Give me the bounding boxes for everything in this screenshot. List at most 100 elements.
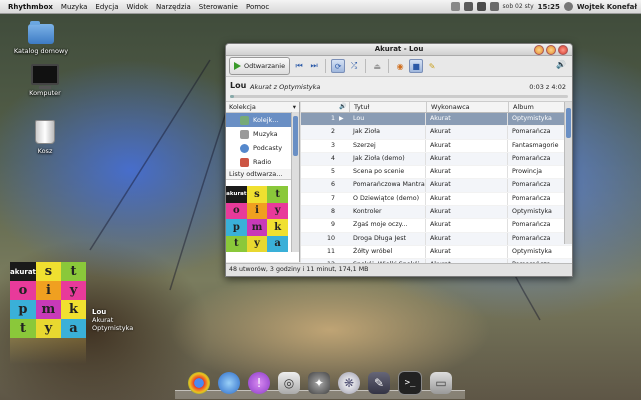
art-cell: o	[10, 281, 36, 300]
table-row[interactable]: 8 Kontroler Akurat Optymistyka	[301, 206, 572, 220]
editor-icon[interactable]: ✎	[368, 372, 390, 394]
track-title: O Dziewiątce (demo)	[353, 194, 420, 202]
menu-narzedzia[interactable]: Narzędzia	[152, 3, 195, 11]
track-number: 7	[330, 194, 335, 202]
current-track-title: Lou	[230, 81, 247, 90]
window-title: Akurat - Lou	[374, 45, 424, 53]
sidebar-scroll-thumb[interactable]	[293, 116, 298, 156]
album-art-widget[interactable]: akurat s t o i y p m k t y a	[10, 262, 86, 338]
maximize-button[interactable]	[546, 45, 556, 55]
gimp-icon[interactable]: ✦	[308, 372, 330, 394]
sidebar-item-podcasts[interactable]: Podcasty	[226, 141, 299, 155]
track-artist: Akurat	[425, 152, 507, 166]
current-track-byline: Akurat z Optymistyka	[250, 83, 321, 91]
visualization-icon[interactable]: ■	[409, 59, 424, 73]
menu-edycja[interactable]: Edycja	[91, 3, 122, 11]
menu-sterowanie[interactable]: Sterowanie	[195, 3, 242, 11]
desktop-icon-trash[interactable]: Kosz	[10, 120, 80, 155]
previous-icon[interactable]: ⏮	[293, 60, 305, 72]
widget-track-artist: Akurat	[92, 316, 114, 324]
play-button[interactable]: Odtwarzanie	[229, 57, 291, 75]
browse-icon[interactable]: ◉	[394, 60, 406, 72]
track-artist: Akurat	[425, 166, 507, 179]
user-menu[interactable]: Wojtek Konefał	[577, 3, 637, 11]
playlists-header-label: Listy odtwarza...	[229, 170, 283, 178]
sidebar-item-queue[interactable]: Kolejk...	[226, 113, 299, 127]
art-cell: a	[267, 235, 288, 252]
table-row[interactable]: 2 Jak Zioła Akurat Pomarańcza	[301, 126, 572, 140]
terminal-icon[interactable]: >_	[398, 371, 422, 395]
art-cell: p	[10, 300, 36, 319]
collapse-arrow-icon: ▾	[292, 103, 296, 111]
column-number[interactable]	[301, 102, 339, 112]
playlists-header[interactable]: Listy odtwarza... ▾	[226, 169, 299, 180]
seek-bar[interactable]	[230, 95, 568, 98]
table-row-playing[interactable]: 1 ▶ Lou Akurat Optymistyka	[301, 113, 572, 127]
track-artist: Akurat	[425, 219, 507, 232]
source-sidebar: Kolekcja ▾ Kolejk... Muzyka Podcasty Rad…	[226, 102, 300, 262]
column-artist[interactable]: Wykonawca	[426, 102, 508, 112]
widget-track-title: Lou	[92, 308, 107, 316]
next-icon[interactable]: ⏭	[308, 60, 320, 72]
table-row[interactable]: 6 Pomarańczowa Mantra Akurat Pomarańcza	[301, 179, 572, 193]
import-icon[interactable]: ✎	[426, 60, 438, 72]
track-number: 5	[330, 168, 335, 176]
menu-muzyka[interactable]: Muzyka	[57, 3, 92, 11]
sidebar-item-label: Podcasty	[253, 144, 283, 152]
desktop-icon-computer[interactable]: Komputer	[10, 64, 80, 97]
volume-icon[interactable]	[476, 2, 486, 11]
table-row[interactable]: 7 O Dziewiątce (demo) Akurat Pomarańcza	[301, 192, 572, 207]
settings-icon[interactable]: ❋	[338, 372, 360, 394]
art-cell: p	[226, 219, 247, 236]
sidebar-item-radio[interactable]: Radio	[226, 155, 299, 169]
sidebar-item-music[interactable]: Muzyka	[226, 127, 299, 141]
shuffle-icon[interactable]: ⤮	[348, 60, 360, 72]
table-row[interactable]: 10 Droga Długa Jest Akurat Pomarańcza	[301, 232, 572, 246]
widget-track-album: Optymistyka	[92, 324, 134, 332]
track-artist: Akurat	[425, 206, 507, 219]
track-album: Optymistyka	[507, 113, 572, 126]
toolbar-separator	[388, 59, 390, 73]
sidebar-scrollbar[interactable]	[291, 112, 299, 252]
tracklist-scroll-thumb[interactable]	[566, 108, 571, 138]
podcast-icon	[240, 143, 249, 153]
volume-icon[interactable]: 🔊	[556, 60, 566, 69]
media-player-icon[interactable]: ◎	[278, 372, 300, 394]
column-playing-icon[interactable]: 🔊	[339, 102, 349, 112]
close-button[interactable]	[558, 45, 568, 55]
track-album: Pomarańcza	[507, 192, 572, 206]
mail-indicator-icon[interactable]	[450, 2, 460, 11]
table-row[interactable]: 5 Scena po scenie Akurat Prowincja	[301, 166, 572, 180]
disk-icon[interactable]: ▭	[430, 372, 452, 394]
network-icon[interactable]	[463, 2, 473, 11]
eject-icon[interactable]: ⏏	[371, 60, 383, 72]
table-row[interactable]: 11 Żółty wróbel Akurat Optymistyka	[301, 245, 572, 260]
column-album[interactable]: Album	[508, 102, 572, 112]
track-artist: Akurat	[425, 179, 507, 192]
table-row[interactable]: 3 Szerzej Akurat Fantasmagorie	[301, 139, 572, 153]
chrome-icon[interactable]	[188, 372, 210, 394]
menu-pomoc[interactable]: Pomoc	[242, 3, 273, 11]
track-artist: Akurat	[425, 232, 507, 245]
clock-time[interactable]: 15:25	[538, 3, 560, 11]
minimize-button[interactable]	[534, 45, 544, 55]
art-cell: t	[267, 186, 288, 203]
empathy-icon[interactable]: !	[248, 372, 270, 394]
track-album: Pomarańcza	[507, 126, 572, 139]
table-row[interactable]: 9 Zgaś moje oczy... Akurat Pomarańcza	[301, 219, 572, 233]
power-icon[interactable]	[563, 2, 573, 11]
table-row[interactable]: 4 Jak Zioła (demo) Akurat Pomarańcza	[301, 152, 572, 167]
window-titlebar[interactable]: Akurat - Lou	[226, 44, 572, 56]
column-title[interactable]: Tytuł	[349, 102, 426, 112]
menu-rhythmbox[interactable]: Rhythmbox	[0, 3, 57, 11]
thunderbird-icon[interactable]	[218, 372, 240, 394]
repeat-icon[interactable]: ⟳	[331, 59, 346, 73]
art-cell: y	[246, 235, 268, 252]
tracklist-scrollbar[interactable]	[564, 102, 572, 244]
track-list-header: 🔊 Tytuł Wykonawca Album	[301, 102, 572, 113]
battery-icon[interactable]	[489, 2, 499, 11]
desktop-icon-home[interactable]: Katalog domowy	[6, 21, 76, 55]
menu-widok[interactable]: Widok	[123, 3, 153, 11]
library-header[interactable]: Kolekcja ▾	[226, 102, 299, 113]
clock-date[interactable]: sob 02 sty	[503, 3, 534, 10]
